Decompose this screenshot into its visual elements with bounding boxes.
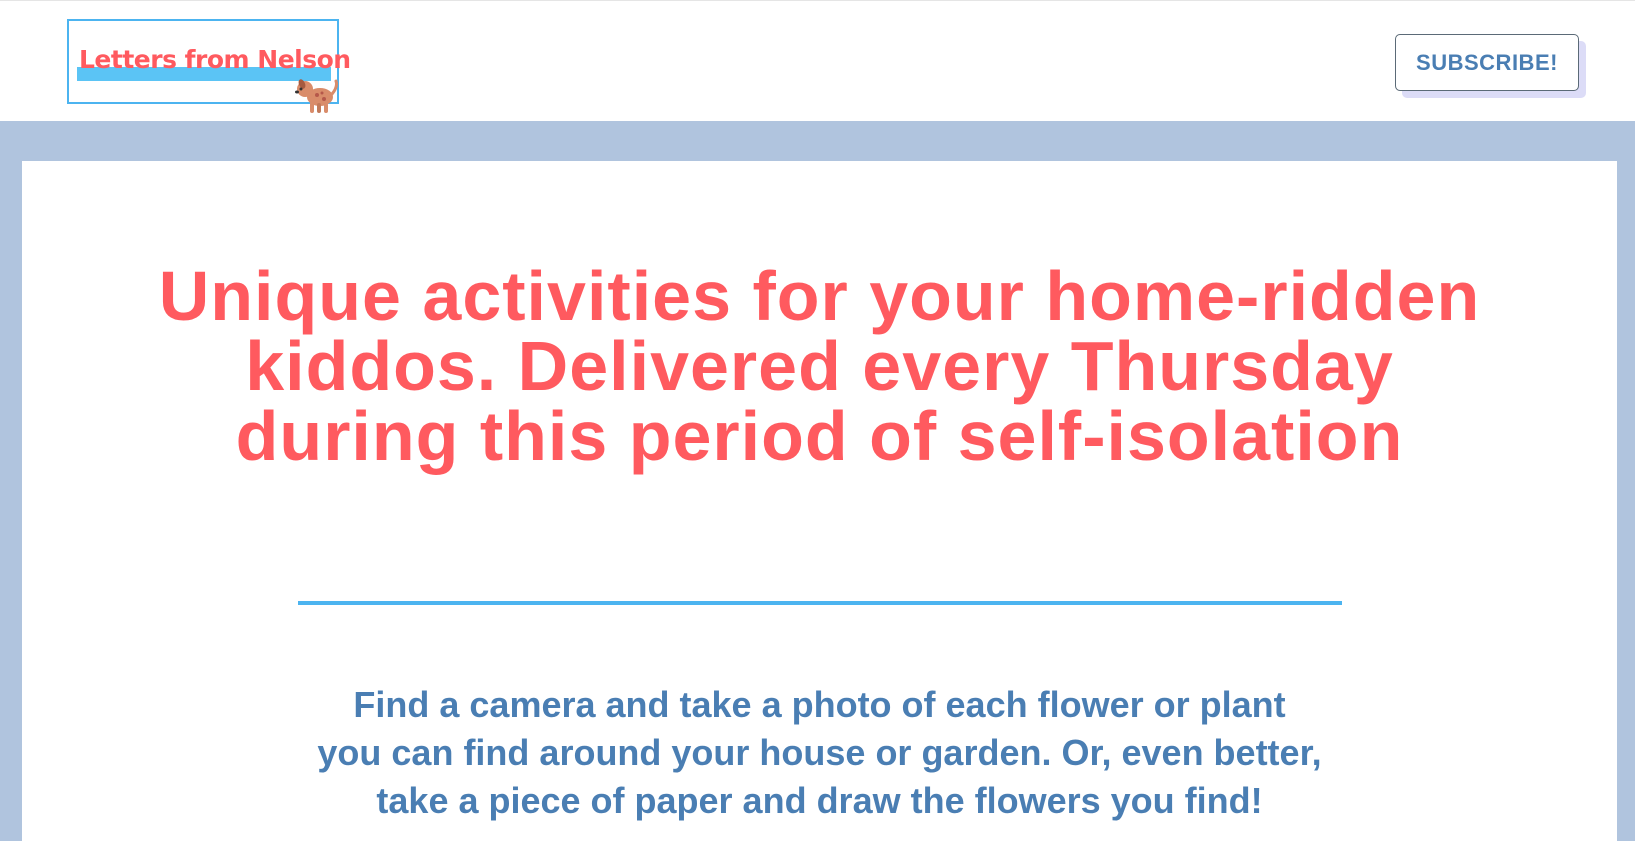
page-headline: Unique activities for your home-ridden k… <box>158 257 1481 475</box>
divider <box>298 601 1342 605</box>
subscribe-button[interactable]: SUBSCRIBE! <box>1395 34 1579 91</box>
site-logo[interactable]: Letters from Nelson <box>67 19 351 113</box>
dog-icon <box>295 79 338 113</box>
site-header: Letters from Nelson SUBSCRIBE! <box>0 0 1635 121</box>
activity-description: Find a camera and take a photo of each f… <box>317 684 1322 821</box>
content-card: Unique activities for your home-ridden k… <box>22 161 1617 841</box>
logo-text: Letters from Nelson <box>79 45 351 74</box>
page-frame: Unique activities for your home-ridden k… <box>0 121 1635 841</box>
